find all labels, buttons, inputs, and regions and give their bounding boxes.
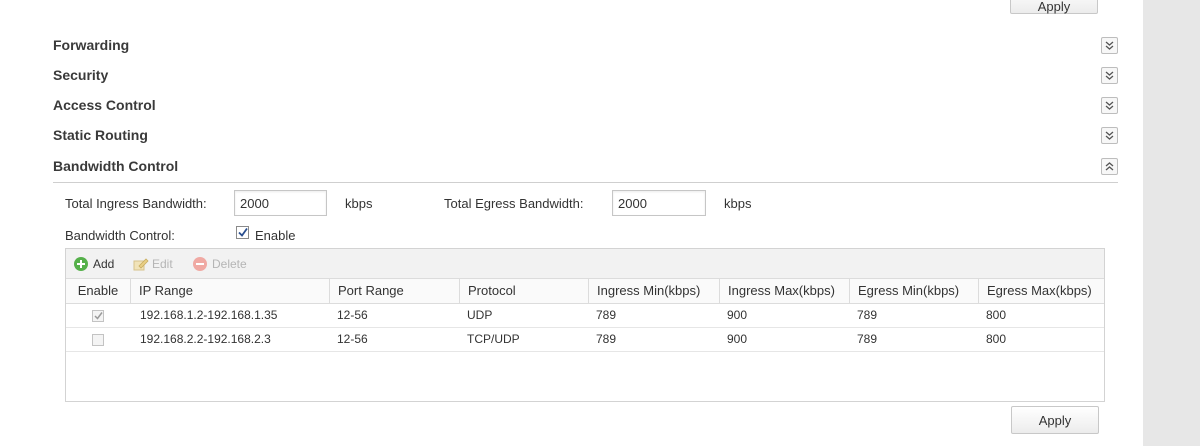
add-icon — [74, 257, 88, 271]
cell-ingress-min: 789 — [596, 308, 617, 322]
egress-unit: kbps — [724, 196, 752, 211]
settings-panel: Apply Forwarding Security Access Control… — [0, 0, 1143, 446]
cell-egress-min: 789 — [857, 332, 878, 346]
table-row[interactable]: 192.168.1.2-192.168.1.35 12-56 UDP 789 9… — [66, 304, 1104, 328]
section-title-forwarding: Forwarding — [53, 37, 130, 53]
edit-label: Edit — [152, 257, 173, 271]
section-access-control[interactable]: Access Control — [53, 95, 1118, 117]
column-header-port-range: Port Range — [329, 279, 459, 304]
cell-port-range: 12-56 — [337, 332, 368, 346]
ingress-bandwidth-input[interactable] — [234, 190, 327, 216]
column-header-egress-min: Egress Min(kbps) — [849, 279, 978, 304]
cell-egress-max: 800 — [986, 332, 1007, 346]
table-row[interactable]: 192.168.2.2-192.168.2.3 12-56 TCP/UDP 78… — [66, 328, 1104, 352]
bandwidth-control-label: Bandwidth Control: — [65, 228, 175, 243]
column-header-ingress-min: Ingress Min(kbps) — [588, 279, 719, 304]
expand-icon[interactable] — [1101, 97, 1118, 114]
cell-port-range: 12-56 — [337, 308, 368, 322]
column-header-ip-range: IP Range — [130, 279, 329, 304]
cell-ingress-min: 789 — [596, 332, 617, 346]
row-enable-checkbox[interactable] — [92, 334, 104, 346]
grid-toolbar: Add Edit Delete — [66, 249, 1104, 279]
ingress-bandwidth-label: Total Ingress Bandwidth: — [65, 196, 207, 211]
cell-ingress-max: 900 — [727, 308, 748, 322]
column-header-egress-max: Egress Max(kbps) — [978, 279, 1104, 304]
row-enable-checkbox[interactable] — [92, 310, 104, 322]
cell-ip-range: 192.168.1.2-192.168.1.35 — [140, 308, 278, 322]
delete-label: Delete — [212, 257, 247, 271]
ingress-unit: kbps — [345, 196, 373, 211]
cell-ip-range: 192.168.2.2-192.168.2.3 — [140, 332, 271, 346]
cell-egress-max: 800 — [986, 308, 1007, 322]
cell-protocol: UDP — [467, 308, 493, 322]
egress-bandwidth-input[interactable] — [612, 190, 706, 216]
bandwidth-enable-checkbox[interactable] — [236, 226, 249, 239]
section-title-static-routing: Static Routing — [53, 127, 148, 143]
add-button[interactable]: Add — [74, 257, 114, 271]
section-bandwidth-control[interactable]: Bandwidth Control — [53, 156, 1118, 183]
expand-icon[interactable] — [1101, 127, 1118, 144]
egress-bandwidth-label: Total Egress Bandwidth: — [444, 196, 584, 211]
expand-icon[interactable] — [1101, 37, 1118, 54]
bottom-apply-button[interactable]: Apply — [1011, 406, 1099, 434]
bandwidth-rules-grid: Add Edit Delete Enable IP Range Port Ran… — [65, 248, 1105, 402]
column-header-enable: Enable — [77, 283, 119, 298]
right-gutter — [1143, 0, 1200, 446]
delete-icon — [193, 257, 207, 271]
cell-ingress-max: 900 — [727, 332, 748, 346]
section-static-routing[interactable]: Static Routing — [53, 125, 1118, 147]
section-title-security: Security — [53, 67, 109, 83]
cell-protocol: TCP/UDP — [467, 332, 520, 346]
section-security[interactable]: Security — [53, 65, 1118, 87]
expand-icon[interactable] — [1101, 67, 1118, 84]
add-label: Add — [93, 257, 115, 271]
delete-button[interactable]: Delete — [193, 257, 247, 271]
cell-egress-min: 789 — [857, 308, 878, 322]
column-header-ingress-max: Ingress Max(kbps) — [719, 279, 849, 304]
bandwidth-enable-label: Enable — [255, 228, 296, 243]
section-title-access-control: Access Control — [53, 97, 156, 113]
column-header-protocol: Protocol — [459, 279, 588, 304]
top-apply-button[interactable]: Apply — [1010, 0, 1098, 14]
section-title-bandwidth-control: Bandwidth Control — [53, 158, 179, 174]
edit-icon — [133, 257, 149, 271]
grid-header: Enable IP Range Port Range Protocol Ingr… — [66, 279, 1104, 304]
edit-button[interactable]: Edit — [133, 257, 173, 271]
section-forwarding[interactable]: Forwarding — [53, 35, 1118, 57]
collapse-icon[interactable] — [1101, 158, 1118, 175]
